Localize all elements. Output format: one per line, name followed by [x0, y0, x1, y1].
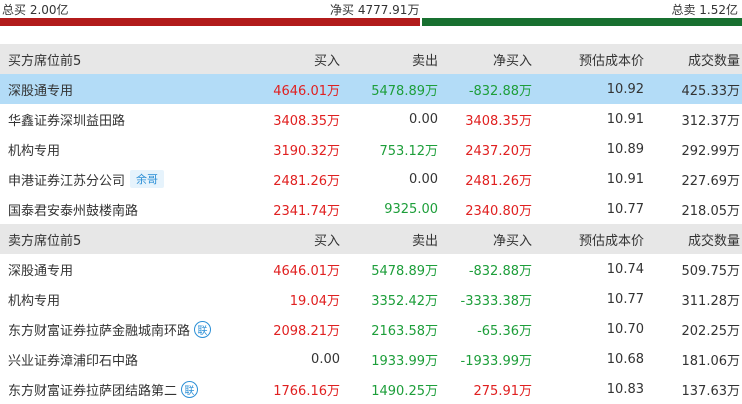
linked-seat-badge[interactable]: 联: [181, 380, 199, 398]
header-net: 净买入: [492, 233, 532, 249]
table-row[interactable]: 兴业证券漳浦印石中路 0.00 1933.99万 -1933.99万 10.68…: [0, 344, 742, 374]
total-sell-text: 总卖 1.52亿: [671, 3, 738, 17]
sell-amount: 9325.00: [384, 201, 438, 217]
volume: 227.69万: [681, 173, 741, 189]
header-buy: 买入: [313, 233, 340, 249]
est-cost: 10.74: [606, 261, 644, 277]
sell-amount: 3352.42万: [371, 293, 438, 309]
sell-table-header: 卖方席位前5 买入 卖出 净买入 预估成本价 成交数量: [0, 224, 742, 254]
buy-amount: 2098.21万: [273, 323, 340, 339]
header-volume: 成交数量: [687, 233, 740, 249]
sell-amount: 0.00: [409, 171, 438, 187]
seat-name[interactable]: 深股通专用: [0, 80, 238, 99]
seat-name[interactable]: 华鑫证券深圳益田路: [0, 110, 238, 129]
header-sell: 卖出: [411, 53, 438, 69]
sell-amount: 0.00: [409, 111, 438, 127]
net-amount: -832.88万: [468, 83, 532, 99]
volume: 218.05万: [681, 203, 741, 219]
buy-amount: 4646.01万: [273, 83, 340, 99]
net-amount: 3408.35万: [465, 113, 532, 129]
net-buy-text: 净买 4777.91万: [330, 3, 420, 17]
volume: 202.25万: [681, 323, 741, 339]
summary-bar: 总买 2.00亿 净买 4777.91万 总卖 1.52亿: [0, 0, 742, 26]
volume: 292.99万: [681, 143, 741, 159]
table-row[interactable]: 东方财富证券拉萨团结路第二 联 1766.16万 1490.25万 275.91…: [0, 374, 742, 404]
est-cost: 10.92: [606, 81, 644, 97]
header-volume: 成交数量: [687, 53, 740, 69]
net-amount: 2437.20万: [465, 143, 532, 159]
est-cost: 10.70: [606, 321, 644, 337]
table-row[interactable]: 深股通专用 4646.01万 5478.89万 -832.88万 10.74 5…: [0, 254, 742, 284]
seat-name[interactable]: 东方财富证券拉萨团结路第二 联: [0, 380, 238, 399]
header-cost: 预估成本价: [578, 53, 644, 69]
buy-sell-ratio-bar: [0, 18, 742, 26]
sell-amount: 1933.99万: [371, 353, 438, 369]
buy-table-header: 买方席位前5 买入 卖出 净买入 预估成本价 成交数量: [0, 44, 742, 74]
net-amount: -3333.38万: [460, 293, 532, 309]
seat-name[interactable]: 深股通专用: [0, 260, 238, 279]
header-net: 净买入: [492, 53, 532, 69]
linked-seat-badge[interactable]: 联: [194, 320, 212, 338]
seat-name[interactable]: 东方财富证券拉萨金融城南环路 联: [0, 320, 238, 339]
header-seat: 卖方席位前5: [8, 233, 82, 249]
buy-seats-table: 买方席位前5 买入 卖出 净买入 预估成本价 成交数量 深股通专用 4646.0…: [0, 44, 742, 224]
est-cost: 10.91: [606, 171, 644, 187]
est-cost: 10.83: [606, 381, 644, 397]
net-amount: 275.91万: [473, 383, 533, 399]
sell-amount: 5478.89万: [371, 263, 438, 279]
buy-amount: 2481.26万: [273, 173, 340, 189]
buy-amount: 3408.35万: [273, 113, 340, 129]
est-cost: 10.89: [606, 141, 644, 157]
volume: 181.06万: [681, 353, 741, 369]
est-cost: 10.77: [606, 201, 644, 217]
table-row[interactable]: 华鑫证券深圳益田路 3408.35万 0.00 3408.35万 10.91 3…: [0, 104, 742, 134]
buy-ratio-segment: [0, 18, 420, 26]
sell-ratio-segment: [422, 18, 742, 26]
volume: 312.37万: [681, 113, 741, 129]
volume: 311.28万: [681, 293, 741, 309]
sell-amount: 753.12万: [379, 143, 439, 159]
volume: 425.33万: [681, 83, 741, 99]
table-row[interactable]: 东方财富证券拉萨金融城南环路 联 2098.21万 2163.58万 -65.3…: [0, 314, 742, 344]
header-cost: 预估成本价: [578, 233, 644, 249]
est-cost: 10.77: [606, 291, 644, 307]
sell-amount: 2163.58万: [371, 323, 438, 339]
net-amount: -1933.99万: [460, 353, 532, 369]
header-buy: 买入: [313, 53, 340, 69]
header-sell: 卖出: [411, 233, 438, 249]
buy-amount: 1766.16万: [273, 383, 340, 399]
seat-name[interactable]: 申港证券江苏分公司 余哥: [0, 170, 238, 189]
header-seat: 买方席位前5: [8, 53, 82, 69]
net-amount: -832.88万: [468, 263, 532, 279]
net-amount: -65.36万: [477, 323, 532, 339]
sell-amount: 5478.89万: [371, 83, 438, 99]
table-row[interactable]: 国泰君安泰州鼓楼南路 2341.74万 9325.00 2340.80万 10.…: [0, 194, 742, 224]
total-buy-text: 总买 2.00亿: [2, 3, 69, 17]
net-amount: 2340.80万: [465, 203, 532, 219]
buy-amount: 3190.32万: [273, 143, 340, 159]
est-cost: 10.68: [606, 351, 644, 367]
table-row[interactable]: 机构专用 19.04万 3352.42万 -3333.38万 10.77 311…: [0, 284, 742, 314]
seat-name[interactable]: 兴业证券漳浦印石中路: [0, 350, 238, 369]
seat-name[interactable]: 国泰君安泰州鼓楼南路: [0, 200, 238, 219]
buy-amount: 0.00: [311, 351, 340, 367]
table-row[interactable]: 申港证券江苏分公司 余哥 2481.26万 0.00 2481.26万 10.9…: [0, 164, 742, 194]
buy-amount: 19.04万: [289, 293, 340, 309]
table-row[interactable]: 机构专用 3190.32万 753.12万 2437.20万 10.89 292…: [0, 134, 742, 164]
sell-seats-table: 卖方席位前5 买入 卖出 净买入 预估成本价 成交数量 深股通专用 4646.0…: [0, 224, 742, 404]
buy-amount: 2341.74万: [273, 203, 340, 219]
sell-amount: 1490.25万: [371, 383, 438, 399]
buy-amount: 4646.01万: [273, 263, 340, 279]
net-amount: 2481.26万: [465, 173, 532, 189]
volume: 137.63万: [681, 383, 741, 399]
volume: 509.75万: [681, 263, 741, 279]
est-cost: 10.91: [606, 111, 644, 127]
seat-name[interactable]: 机构专用: [0, 140, 238, 159]
trader-alias-tag[interactable]: 余哥: [130, 170, 165, 188]
seat-name[interactable]: 机构专用: [0, 290, 238, 309]
table-row[interactable]: 深股通专用 4646.01万 5478.89万 -832.88万 10.92 4…: [0, 74, 742, 104]
